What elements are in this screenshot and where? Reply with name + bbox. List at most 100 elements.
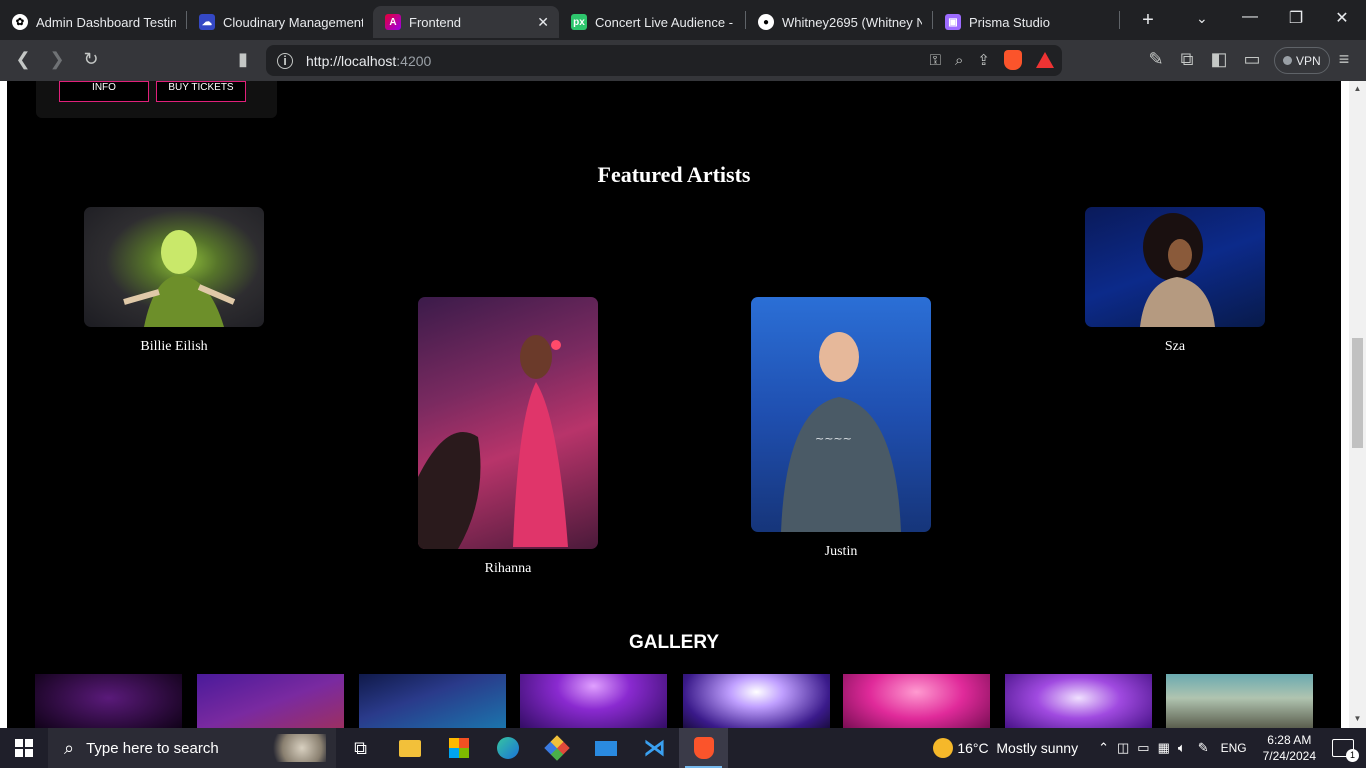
event-card: INFO BUY TICKETS [36,81,277,118]
bookmark-icon[interactable]: ▮ [231,49,255,70]
zoom-icon[interactable]: ⌕ [955,52,963,69]
menu-icon[interactable]: ≡ [1332,49,1356,70]
volume-icon[interactable]: 🔈︎ [1178,740,1186,756]
artist-photo[interactable] [418,297,598,549]
tab-strip: ✿ Admin Dashboard Testing ☁ Cloudinary M… [0,0,1366,40]
task-view-icon[interactable]: ⧉ [336,728,385,768]
scroll-up-arrow-icon[interactable]: ▲ [1352,84,1363,93]
file-explorer-icon[interactable] [385,728,434,768]
network-icon[interactable]: ▦ [1158,740,1170,756]
artist-card-sza[interactable]: Sza [1085,207,1265,355]
gallery-image[interactable] [35,674,182,728]
artist-card-rihanna[interactable]: Rihanna [418,297,598,577]
extensions-icon[interactable]: ⧉ [1175,49,1199,70]
system-tray: 16°C Mostly sunny ⌃ ◫ ▭ ▦ 🔈︎ ✎ ENG 6:28 … [933,728,1366,768]
notification-badge: 1 [1346,749,1359,762]
edge-icon[interactable] [483,728,532,768]
pen-icon[interactable]: ✎ [1198,740,1209,756]
vscode-icon[interactable]: ⋊ [630,728,679,768]
tab-concert-audience[interactable]: px Concert Live Audience - Fr [559,6,745,38]
vpn-button[interactable]: VPN [1274,47,1330,74]
artist-photo[interactable] [84,207,264,327]
tab-cloudinary[interactable]: ☁ Cloudinary Management C [187,6,373,38]
browser-toolbar: ❮ ❯ ↻ ▮ i http://localhost:4200 ⚿ ⌕ ⇪ ✎ … [0,40,1366,81]
share-icon[interactable]: ⇪ [977,51,990,69]
gallery-image[interactable] [683,674,830,728]
search-icon: ⌕ [64,737,75,758]
gallery-image[interactable] [843,674,990,728]
artist-image [123,230,236,327]
brave-rewards-icon[interactable] [1036,52,1054,68]
featured-artists-heading: Featured Artists [597,162,751,187]
sidebar-icon[interactable]: ◧ [1207,49,1231,70]
notification-center-icon[interactable]: 1 [1332,739,1359,762]
info-button[interactable]: INFO [59,81,149,102]
brave-shields-icon[interactable] [1004,50,1022,70]
git-client-icon[interactable] [532,728,581,768]
restore-icon[interactable]: ❐ [1286,8,1306,28]
artist-image [418,335,568,549]
battery-icon[interactable]: ▭ [1137,740,1149,756]
search-highlight-icon [266,734,326,762]
artist-photo[interactable] [1085,207,1265,327]
key-icon[interactable]: ⚿ [930,52,941,69]
artist-card-billie-eilish[interactable]: Billie Eilish [84,207,264,355]
windows-taskbar: ⌕ Type here to search ⧉ ⋊ 16°C Mostly su… [0,728,1366,768]
artist-name: Billie Eilish [140,339,208,354]
gallery-image[interactable] [359,674,506,728]
scroll-down-arrow-icon[interactable]: ▼ [1352,714,1363,723]
page-content: INFO BUY TICKETS Featured Artists Billie… [7,81,1341,728]
close-tab-icon[interactable]: ✕ [537,14,549,31]
buy-tickets-button[interactable]: BUY TICKETS [156,81,246,102]
eyedropper-icon[interactable]: ✎ [1144,49,1168,70]
page-viewport: INFO BUY TICKETS Featured Artists Billie… [0,81,1366,728]
gallery-image[interactable] [1005,674,1152,728]
windows-logo-icon [15,739,33,757]
taskbar-search[interactable]: ⌕ Type here to search [48,728,336,768]
address-bar[interactable]: i http://localhost:4200 ⚿ ⌕ ⇪ [266,45,1062,76]
artist-photo[interactable]: ~~~~ [751,297,931,532]
artist-name: Rihanna [484,561,532,576]
start-button[interactable] [0,728,48,768]
cloudinary-icon: ☁ [199,14,215,30]
tab-github[interactable]: ● Whitney2695 (Whitney Na [746,6,932,38]
tab-title: Cloudinary Management C [223,14,363,30]
vpn-status-icon [1283,56,1292,65]
microsoft-store-icon[interactable] [434,728,483,768]
weather-icon[interactable] [933,738,954,758]
tab-admin-dashboard[interactable]: ✿ Admin Dashboard Testing [0,6,186,38]
tab-prisma-studio[interactable]: ▣ Prisma Studio [933,6,1119,38]
language-indicator[interactable]: ENG [1221,741,1247,755]
wallet-icon[interactable]: ▭ [1240,49,1264,70]
gallery-image[interactable] [1166,674,1313,728]
address-bar-actions: ⚿ ⌕ ⇪ [930,50,1054,70]
gallery-image[interactable] [197,674,344,728]
close-window-icon[interactable]: ✕ [1332,8,1352,28]
tab-search-chevron-icon[interactable]: ⌄ [1196,10,1208,27]
pixabay-icon: px [571,14,587,30]
github-icon: ● [758,14,774,30]
gallery-image[interactable] [520,674,667,728]
mail-icon[interactable] [581,728,630,768]
reload-icon[interactable]: ↻ [79,49,103,70]
tab-title: Frontend [409,14,462,30]
show-hidden-icons-icon[interactable]: ⌃ [1098,740,1109,756]
scrollbar-thumb[interactable] [1352,338,1363,448]
back-icon[interactable]: ❮ [11,49,35,70]
forward-icon[interactable]: ❯ [45,49,69,70]
tab-frontend[interactable]: A Frontend ✕ [373,6,559,38]
clock-time: 6:28 AM [1267,733,1312,747]
vpn-label: VPN [1296,53,1321,68]
minimize-icon[interactable]: — [1240,8,1260,26]
brave-taskbar-icon[interactable] [679,728,728,768]
tab-title: Admin Dashboard Testing [36,14,176,30]
artist-name: Sza [1164,339,1186,354]
clock[interactable]: 6:28 AM 7/24/2024 [1263,732,1316,764]
new-tab-icon[interactable]: + [1134,9,1162,32]
site-info-icon[interactable]: i [277,52,293,69]
artist-card-justin[interactable]: ~~~~ Justin [751,297,931,560]
weather-text[interactable]: 16°C Mostly sunny [957,740,1078,756]
svg-text:~~~~: ~~~~ [815,432,852,445]
meet-now-icon[interactable]: ◫ [1117,740,1129,756]
tab-divider [1119,11,1120,29]
